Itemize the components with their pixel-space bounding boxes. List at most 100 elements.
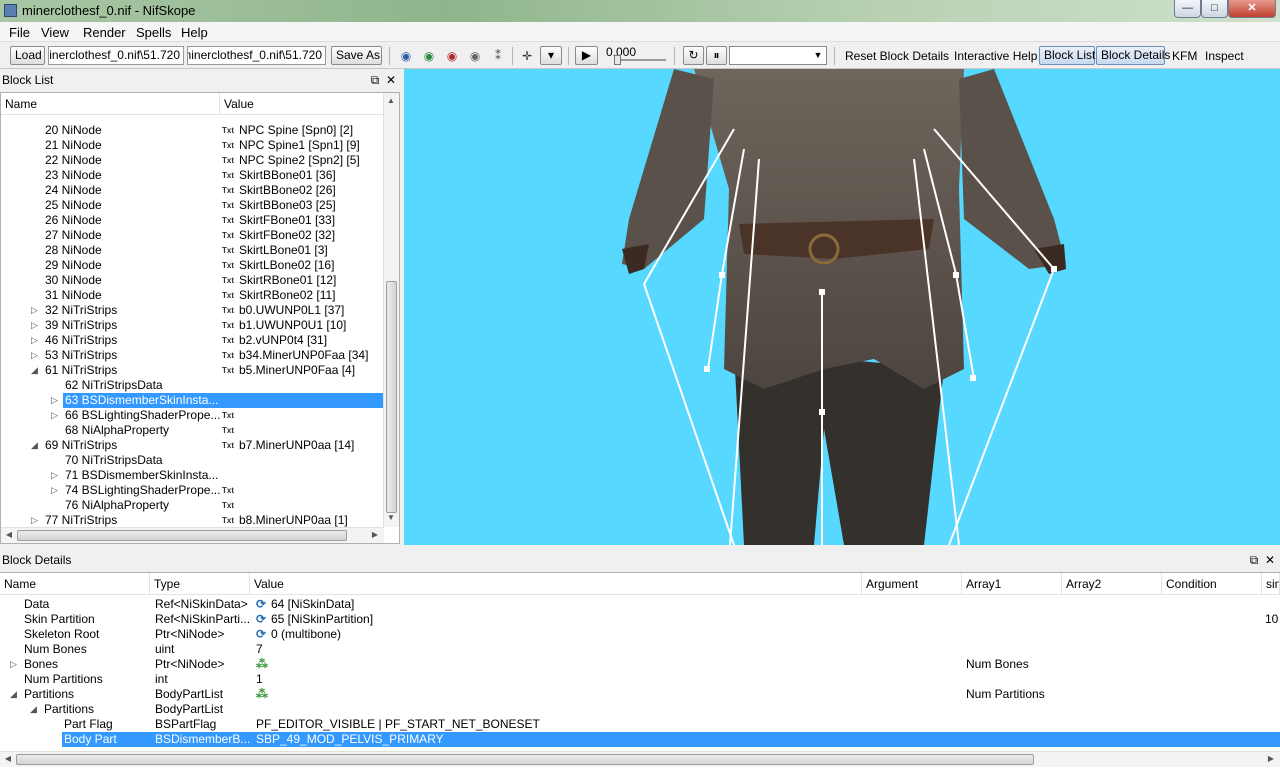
tree-row[interactable]: ▷ 77 NiTriStrips Txt b8.MinerUNP0aa [1] — [1, 513, 384, 528]
collapse-arrow-icon[interactable]: ◢ — [30, 702, 37, 717]
tree-row[interactable]: 31 NiNode Txt SkirtRBone02 [11] — [1, 288, 384, 303]
float-icon[interactable]: ⧉ — [1247, 553, 1261, 567]
tree-row[interactable]: ▷ 46 NiTriStrips Txt b2.vUNP0t4 [31] — [1, 333, 384, 348]
scroll-left-icon[interactable]: ◀ — [1, 752, 15, 766]
time-slider-thumb[interactable] — [614, 55, 621, 65]
kfm-button[interactable]: KFM — [1172, 49, 1197, 63]
multi-link-icon[interactable]: ⁂ — [256, 687, 268, 702]
tree-row[interactable]: ▷ 74 BSLightingShaderPrope... Txt — [1, 483, 384, 498]
table-row[interactable]: Num Partitions int 1 — [0, 672, 1280, 687]
play-button[interactable]: ▶ — [575, 46, 598, 65]
tree-row[interactable]: 20 NiNode Txt NPC Spine [Spn0] [2] — [1, 123, 384, 138]
expand-arrow-icon[interactable]: ▷ — [31, 303, 39, 318]
tree-row[interactable]: 70 NiTriStripsData — [1, 453, 384, 468]
block-details-toggle[interactable]: Block Details — [1096, 46, 1170, 65]
table-row[interactable]: ⟳ Skeleton Root Ptr<NiNode> 0 (multibone) — [0, 627, 1280, 642]
tree-row[interactable]: 21 NiNode Txt NPC Spine1 [Spn1] [9] — [1, 138, 384, 153]
vertical-scrollbar[interactable]: ▲ ▼ — [383, 93, 399, 527]
reset-block-details-button[interactable]: Reset Block Details — [845, 49, 949, 63]
tree-row[interactable]: ▷ 32 NiTriStrips Txt b0.UWUNP0L1 [37] — [1, 303, 384, 318]
collapse-arrow-icon[interactable]: ◢ — [10, 687, 17, 702]
float-icon[interactable]: ⧉ — [368, 73, 382, 87]
expand-arrow-icon[interactable]: ▷ — [31, 348, 39, 363]
tree-row[interactable]: 27 NiNode Txt SkirtFBone02 [32] — [1, 228, 384, 243]
scroll-right-icon[interactable]: ▶ — [368, 528, 382, 542]
save-as-button[interactable]: Save As — [331, 46, 382, 65]
eye-red-icon[interactable]: ◉ — [443, 48, 461, 64]
scroll-down-icon[interactable]: ▼ — [384, 511, 398, 525]
tree-row[interactable]: 29 NiNode Txt SkirtLBone02 [16] — [1, 258, 384, 273]
minimize-button[interactable]: — — [1174, 0, 1201, 18]
tree-row[interactable]: 62 NiTriStripsData — [1, 378, 384, 393]
render-viewport[interactable] — [404, 69, 1280, 545]
tree-row[interactable]: 76 NiAlphaProperty Txt — [1, 498, 384, 513]
tree-row[interactable]: 24 NiNode Txt SkirtBBone02 [26] — [1, 183, 384, 198]
scroll-up-icon[interactable]: ▲ — [384, 94, 398, 108]
scrollbar-thumb[interactable] — [16, 754, 1034, 765]
column-header-argument[interactable]: Argument — [862, 573, 962, 595]
table-row[interactable]: ◢ Partitions BodyPartList — [0, 702, 1280, 717]
tree-row[interactable]: 30 NiNode Txt SkirtRBone01 [12] — [1, 273, 384, 288]
close-icon[interactable]: ✕ — [1263, 553, 1277, 567]
tree-row[interactable]: ▷ 53 NiTriStrips Txt b34.MinerUNP0Faa [34] — [1, 348, 384, 363]
scrollbar-thumb[interactable] — [386, 281, 397, 513]
block-list-toggle[interactable]: Block List — [1039, 46, 1095, 65]
footprints-icon[interactable]: ⁑ — [489, 48, 507, 64]
tree-row[interactable]: ▷ 66 BSLightingShaderPrope... Txt — [1, 408, 384, 423]
inspect-button[interactable]: Inspect — [1205, 49, 1244, 63]
expand-arrow-icon[interactable]: ▷ — [51, 408, 59, 423]
tree-row[interactable]: ▷ 39 NiTriStrips Txt b1.UWUNP0U1 [10] — [1, 318, 384, 333]
close-icon[interactable]: ✕ — [384, 73, 398, 87]
view-dropdown-button[interactable]: ▾ — [540, 46, 562, 65]
table-row[interactable]: Num Bones uint 7 — [0, 642, 1280, 657]
link-icon[interactable]: ⟳ — [256, 627, 266, 642]
table-row[interactable]: ◢ ⁂ Partitions BodyPartList Num Partitions — [0, 687, 1280, 702]
collapse-arrow-icon[interactable]: ◢ — [31, 438, 39, 453]
column-header-array1[interactable]: Array1 — [962, 573, 1062, 595]
tree-row[interactable]: 26 NiNode Txt SkirtFBone01 [33] — [1, 213, 384, 228]
horizontal-scrollbar[interactable]: ◀ ▶ — [0, 751, 1280, 767]
link-icon[interactable]: ⟳ — [256, 612, 266, 627]
column-header-since[interactable]: sin — [1262, 573, 1280, 595]
load-path-field[interactable]: 51.720\minerclothesf_0.nif — [48, 46, 184, 65]
tree-row[interactable]: ◢ 61 NiTriStrips Txt b5.MinerUNP0Faa [4] — [1, 363, 384, 378]
expand-arrow-icon[interactable]: ▷ — [10, 657, 17, 672]
menu-render[interactable]: Render — [83, 25, 126, 40]
expand-arrow-icon[interactable]: ▷ — [51, 393, 59, 408]
expand-arrow-icon[interactable]: ▷ — [51, 468, 59, 483]
block-list-tree[interactable]: Name Value 20 NiNode Txt NPC Spine [Spn0] … — [0, 92, 400, 544]
column-header-value[interactable]: Value — [220, 93, 384, 115]
eye-icon[interactable]: ◉ — [397, 48, 415, 64]
tree-row[interactable]: ▷ 63 BSDismemberSkinInsta... — [1, 393, 384, 408]
scrollbar-thumb[interactable] — [17, 530, 347, 541]
column-header-array2[interactable]: Array2 — [1062, 573, 1162, 595]
scroll-left-icon[interactable]: ◀ — [2, 528, 16, 542]
horizontal-scrollbar[interactable]: ◀ ▶ — [1, 527, 384, 543]
eye-green-icon[interactable]: ◉ — [420, 48, 438, 64]
save-path-field[interactable]: 51.720\minerclothesf_0.nif — [187, 46, 326, 65]
table-row[interactable]: ⟳ Skin Partition Ref<NiSkinParti... 65 [NiS… — [0, 612, 1280, 627]
collapse-arrow-icon[interactable]: ◢ — [31, 363, 39, 378]
scroll-right-icon[interactable]: ▶ — [1264, 752, 1278, 766]
table-row[interactable]: Part Flag BSPartFlag PF_EDITOR_VISIBLE | P… — [0, 717, 1280, 732]
expand-arrow-icon[interactable]: ▷ — [31, 333, 39, 348]
table-row[interactable]: ▷ ⁂ Bones Ptr<NiNode> Num Bones — [0, 657, 1280, 672]
load-button[interactable]: Load — [10, 46, 45, 65]
table-row[interactable]: ⟳ Data Ref<NiSkinData> 64 [NiSkinData] — [0, 597, 1280, 612]
expand-arrow-icon[interactable]: ▷ — [31, 318, 39, 333]
axes-icon[interactable]: ✛ — [518, 48, 536, 64]
animation-select[interactable]: ▼ — [729, 46, 827, 65]
tree-row[interactable]: ◢ 69 NiTriStrips Txt b7.MinerUNP0aa [14] — [1, 438, 384, 453]
menu-help[interactable]: Help — [181, 25, 208, 40]
multi-link-icon[interactable]: ⁂ — [256, 657, 268, 672]
expand-arrow-icon[interactable]: ▷ — [51, 483, 59, 498]
menu-file[interactable]: File — [9, 25, 30, 40]
expand-arrow-icon[interactable]: ▷ — [31, 513, 39, 528]
block-details-table[interactable]: Name Type Value Argument Array1 Array2 C… — [0, 572, 1280, 768]
tree-row[interactable]: ▷ 71 BSDismemberSkinInsta... — [1, 468, 384, 483]
eye-gray-icon[interactable]: ◉ — [466, 48, 484, 64]
tree-row[interactable]: 22 NiNode Txt NPC Spine2 [Spn2] [5] — [1, 153, 384, 168]
column-header-value[interactable]: Value — [250, 573, 862, 595]
column-header-name[interactable]: Name — [1, 93, 220, 115]
switch-button[interactable]: ⏸ — [706, 46, 727, 65]
